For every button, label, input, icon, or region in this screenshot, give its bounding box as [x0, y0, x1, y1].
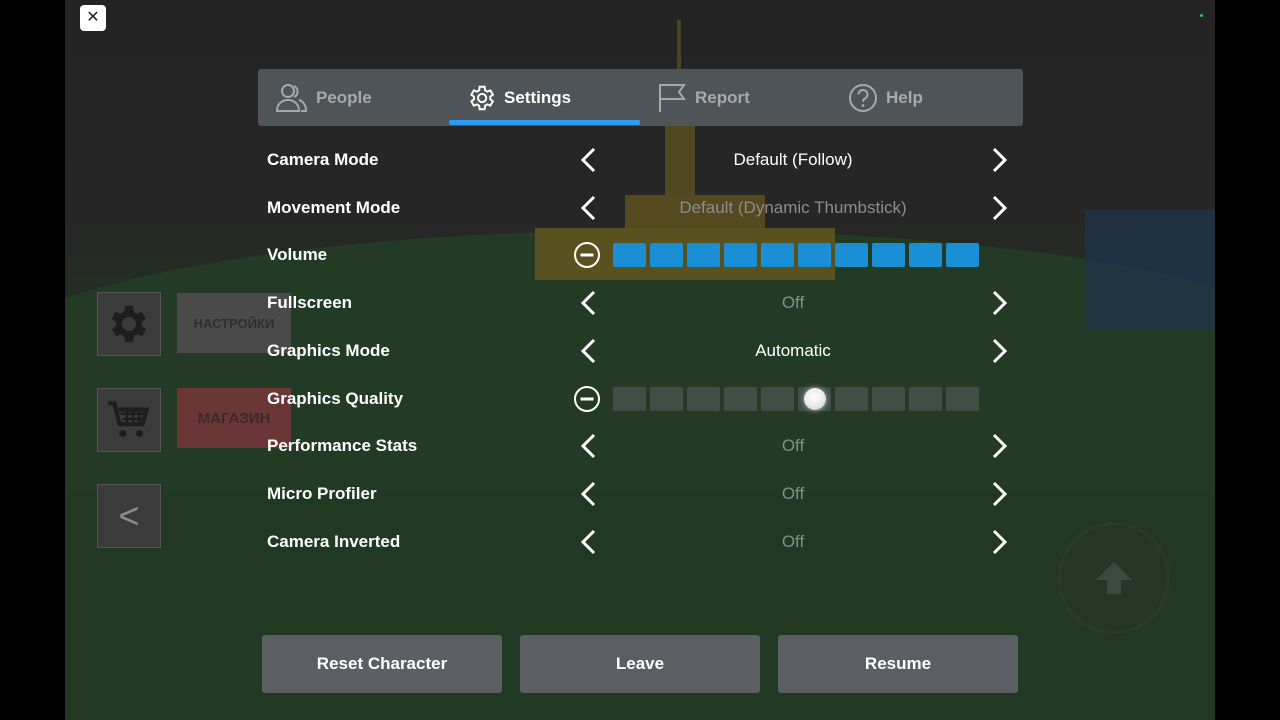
- setting-label: Graphics Quality: [267, 389, 404, 408]
- setting-row-micro-profiler: Micro Profiler Off: [267, 474, 1027, 514]
- volume-slider[interactable]: [613, 243, 979, 267]
- menu-tabbar: People Settings Report Help: [258, 69, 1023, 126]
- tab-help[interactable]: Help: [848, 69, 923, 126]
- volume-decrease-icon[interactable]: [573, 241, 601, 269]
- flag-icon: [659, 83, 686, 112]
- gear-icon: [470, 85, 495, 110]
- tab-help-label: Help: [886, 87, 923, 107]
- slider-segment[interactable]: [909, 387, 942, 411]
- jump-button[interactable]: [1058, 522, 1170, 634]
- gear-icon: [111, 306, 147, 342]
- setting-label: Micro Profiler: [267, 484, 377, 503]
- settings-side-button[interactable]: [97, 292, 161, 356]
- chevron-right-icon[interactable]: [984, 146, 1012, 174]
- setting-row-volume: Volume: [267, 235, 1027, 275]
- chevron-left-icon[interactable]: [576, 432, 604, 460]
- slider-segment[interactable]: [946, 387, 979, 411]
- setting-value: Off: [781, 532, 805, 551]
- setting-label: Fullscreen: [267, 293, 353, 312]
- tab-report-label: Report: [695, 87, 750, 107]
- tab-people-label: People: [316, 87, 372, 107]
- slider-segment[interactable]: [835, 387, 868, 411]
- setting-label: Graphics Mode: [267, 341, 390, 360]
- chevron-right-icon[interactable]: [984, 432, 1012, 460]
- slider-segment[interactable]: [761, 387, 794, 411]
- setting-value: Off: [781, 436, 805, 455]
- graphics-quality-slider[interactable]: [613, 387, 979, 411]
- chevron-left-icon[interactable]: [576, 337, 604, 365]
- chevron-left-icon[interactable]: [576, 194, 604, 222]
- resume-button[interactable]: Resume: [778, 635, 1018, 693]
- slider-segment[interactable]: [909, 243, 942, 267]
- setting-row-camera-inverted: Camera Inverted Off: [267, 522, 1027, 562]
- slider-segment[interactable]: [872, 387, 905, 411]
- slider-segment[interactable]: [724, 387, 757, 411]
- tab-people[interactable]: People: [274, 69, 372, 126]
- slider-segment[interactable]: [798, 243, 831, 267]
- slider-segment[interactable]: [650, 387, 683, 411]
- scenery-block: [1085, 210, 1215, 330]
- tab-report[interactable]: Report: [657, 69, 750, 126]
- setting-row-camera-mode: Camera Mode Default (Follow): [267, 140, 1027, 180]
- people-icon: [275, 83, 308, 112]
- chevron-left-icon[interactable]: [576, 480, 604, 508]
- setting-label: Movement Mode: [267, 198, 401, 217]
- reset-character-button[interactable]: Reset Character: [262, 635, 502, 693]
- chevron-right-icon[interactable]: [984, 480, 1012, 508]
- slider-segment[interactable]: [687, 243, 720, 267]
- slider-segment[interactable]: [872, 243, 905, 267]
- setting-value: Default (Follow): [733, 150, 853, 169]
- setting-row-fullscreen: Fullscreen Off: [267, 283, 1027, 323]
- setting-value: Default (Dynamic Thumbstick): [679, 198, 907, 217]
- tab-settings[interactable]: Settings: [466, 69, 571, 126]
- setting-value: Off: [781, 293, 805, 312]
- help-icon: [849, 83, 877, 112]
- slider-segment[interactable]: [613, 243, 646, 267]
- tab-settings-label: Settings: [504, 87, 572, 107]
- setting-value: Automatic: [755, 341, 831, 360]
- cart-icon: [108, 401, 150, 438]
- setting-row-graphics-quality: Graphics Quality: [267, 379, 1027, 419]
- slider-segment[interactable]: [650, 243, 683, 267]
- setting-label: Performance Stats: [267, 436, 418, 455]
- slider-segment[interactable]: [724, 243, 757, 267]
- setting-row-performance-stats: Performance Stats Off: [267, 426, 1027, 466]
- leave-button[interactable]: Leave: [520, 635, 760, 693]
- chevron-left-icon[interactable]: [576, 528, 604, 556]
- setting-label: Volume: [267, 245, 328, 264]
- slider-segment[interactable]: [613, 387, 646, 411]
- chevron-right-icon[interactable]: [984, 337, 1012, 365]
- arrow-up-icon: [1096, 562, 1132, 594]
- chevron-left-icon[interactable]: [576, 289, 604, 317]
- slider-knob[interactable]: [803, 388, 826, 410]
- chevron-right-icon[interactable]: [984, 194, 1012, 222]
- setting-label: Camera Mode: [267, 150, 379, 169]
- chevron-right-icon[interactable]: [984, 289, 1012, 317]
- status-dot: [1200, 14, 1203, 17]
- active-tab-indicator: [449, 120, 640, 125]
- slider-segment[interactable]: [946, 243, 979, 267]
- collapse-side-button[interactable]: <: [97, 484, 161, 548]
- slider-segment[interactable]: [761, 243, 794, 267]
- slider-segment[interactable]: [687, 387, 720, 411]
- setting-value: Off: [781, 484, 805, 503]
- setting-row-movement-mode: Movement Mode Default (Dynamic Thumbstic…: [267, 188, 1027, 228]
- close-menu-button[interactable]: ✕: [80, 5, 106, 31]
- quality-decrease-icon[interactable]: [573, 385, 601, 413]
- chevron-left-icon[interactable]: [576, 146, 604, 174]
- slider-segment[interactable]: [835, 243, 868, 267]
- setting-row-graphics-mode: Graphics Mode Automatic: [267, 331, 1027, 371]
- shop-side-button[interactable]: [97, 388, 161, 452]
- chevron-right-icon[interactable]: [984, 528, 1012, 556]
- setting-label: Camera Inverted: [267, 532, 401, 551]
